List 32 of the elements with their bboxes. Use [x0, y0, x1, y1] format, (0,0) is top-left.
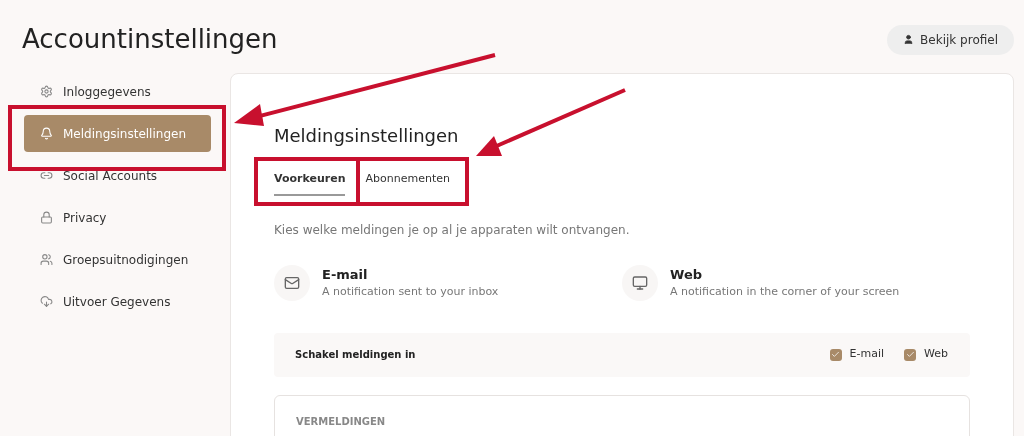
panel-title: Meldingsinstellingen: [274, 124, 460, 148]
checkbox[interactable]: [829, 348, 842, 361]
check-icon: [831, 350, 840, 359]
bell-icon: [40, 127, 53, 140]
checkbox[interactable]: [904, 348, 916, 361]
sidebar-item[interactable]: Groepsuitnodigingen: [24, 241, 211, 278]
channel-checkbox[interactable]: Web: [904, 346, 948, 363]
section-heading: VERMELDINGEN: [296, 415, 386, 427]
users-icon: [40, 253, 53, 266]
channel-description: A notification sent to your inbox: [322, 284, 499, 300]
sidebar-item[interactable]: Social Accounts: [24, 157, 211, 194]
channel-name: Web: [670, 265, 703, 284]
check-icon: [905, 350, 915, 359]
monitor-icon: [632, 274, 648, 291]
lock-icon: [40, 211, 53, 224]
view-profile-button[interactable]: Bekijk profiel: [887, 24, 1014, 55]
channel-checkbox[interactable]: E-mail: [829, 346, 884, 363]
user-icon: [903, 34, 915, 45]
tab[interactable]: Voorkeuren: [274, 171, 346, 196]
sidebar-item[interactable]: Inloggegevens: [24, 73, 211, 110]
channel-name: E-mail: [322, 265, 369, 284]
envelope-icon: [284, 274, 300, 291]
cloud-icon: [40, 295, 53, 308]
sidebar-item[interactable]: Uitvoer Gegevens: [24, 283, 211, 320]
gear-icon: [40, 85, 53, 98]
tab[interactable]: Abonnementen: [365, 171, 450, 196]
link-icon: [40, 169, 53, 182]
page-title: Accountinstellingen: [22, 23, 278, 56]
sidebar-item[interactable]: Privacy: [24, 199, 211, 236]
description: Kies welke meldingen je op al je apparaten wilt ontvangen.: [274, 221, 631, 239]
toggle-label: Schakel meldingen in: [295, 348, 416, 362]
channel-description: A notification in the corner of your screen: [670, 284, 900, 300]
